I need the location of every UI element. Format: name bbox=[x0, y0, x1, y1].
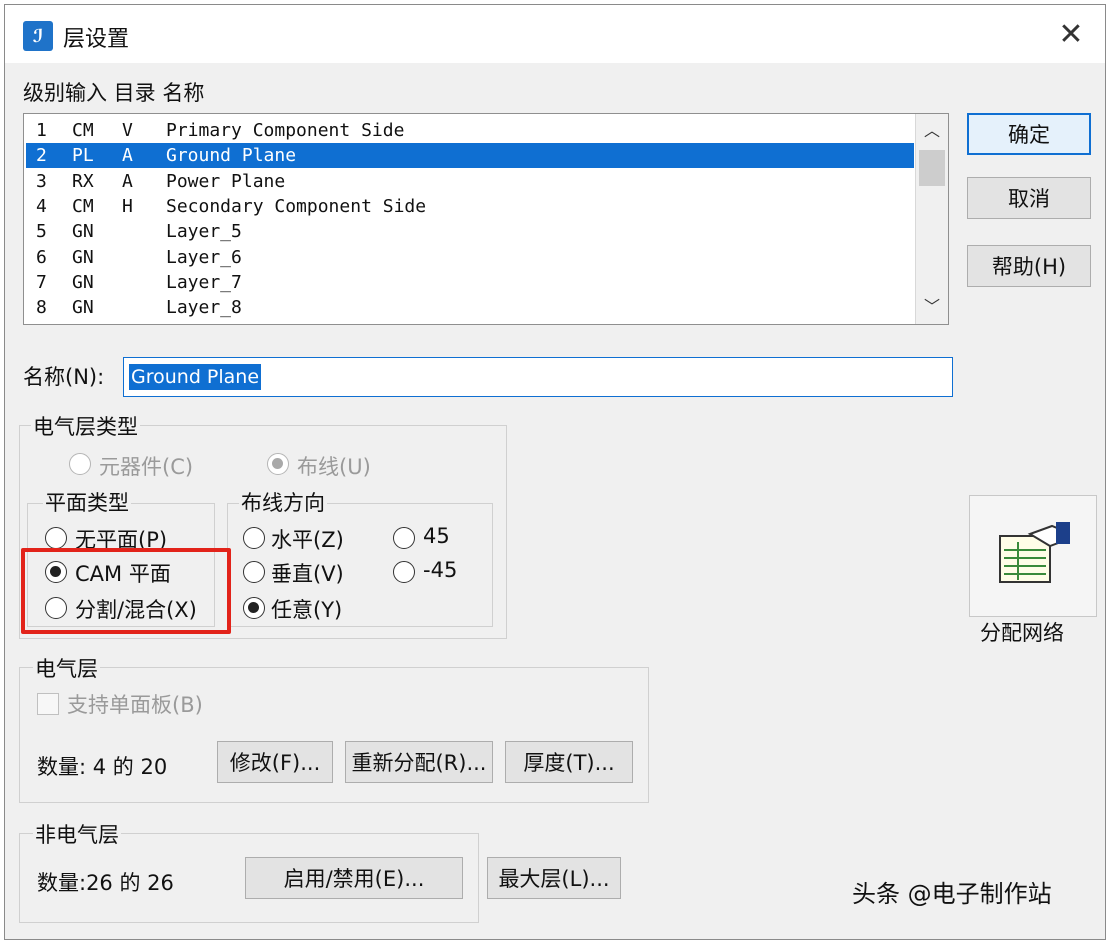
elec-type-title: 电气层类型 bbox=[31, 411, 140, 441]
layer-dir: A bbox=[122, 145, 133, 167]
modify-button[interactable]: 修改(F)... bbox=[217, 741, 333, 783]
layer-type: CM bbox=[72, 120, 94, 141]
layer-num: 5 bbox=[36, 221, 47, 243]
assign-nets-icon bbox=[999, 522, 1070, 583]
title-bar: ℐ 层设置 ✕ bbox=[5, 5, 1105, 63]
layer-row[interactable]: 8 GN Layer_8 bbox=[26, 295, 914, 320]
name-label: 名称(N): bbox=[23, 365, 105, 389]
assign-nets-label: 分配网络 bbox=[980, 621, 1064, 645]
layer-row[interactable]: 7 GN Layer_7 bbox=[26, 270, 914, 295]
layer-type: GN bbox=[72, 246, 94, 268]
app-icon: ℐ bbox=[23, 21, 53, 51]
name-input-value: Ground Plane bbox=[129, 364, 262, 390]
list-scrollbar[interactable]: ︿ ﹀ bbox=[915, 114, 948, 324]
vertical-label: 垂直(V) bbox=[271, 562, 344, 586]
layer-name: Layer_8 bbox=[166, 297, 242, 319]
layer-name: Power Plane bbox=[166, 170, 286, 192]
layer-list[interactable]: 1 CM V Primary Component Side 2 PL A Ground Pla… bbox=[23, 113, 949, 325]
ok-button[interactable]: 确定 bbox=[967, 113, 1091, 155]
highlight-box bbox=[21, 548, 231, 634]
plane-type-title: 平面类型 bbox=[43, 487, 131, 517]
max-layers-button[interactable]: 最大层(L)... bbox=[487, 857, 621, 899]
cancel-button[interactable]: 取消 bbox=[967, 177, 1091, 219]
single-sided-checkbox[interactable] bbox=[37, 693, 59, 715]
horizontal-label: 水平(Z) bbox=[271, 528, 344, 552]
layer-num: 6 bbox=[36, 246, 47, 268]
deg45-label: 45 bbox=[423, 524, 450, 548]
layer-num: 2 bbox=[36, 145, 47, 167]
scroll-up-icon[interactable]: ︿ bbox=[916, 118, 948, 144]
layer-type: RX bbox=[72, 170, 94, 192]
layer-name: Ground Plane bbox=[166, 145, 297, 167]
layer-row[interactable]: 6 GN Layer_6 bbox=[26, 245, 914, 270]
enable-disable-button[interactable]: 启用/禁用(E)... bbox=[245, 857, 463, 899]
any-direction-radio[interactable] bbox=[243, 597, 265, 619]
single-sided-label: 支持单面板(B) bbox=[67, 693, 203, 717]
layer-num: 4 bbox=[36, 195, 47, 217]
thickness-button[interactable]: 厚度(T)... bbox=[505, 741, 633, 783]
layer-name: Primary Component Side bbox=[166, 120, 405, 141]
vertical-radio[interactable] bbox=[243, 561, 265, 583]
layer-num: 7 bbox=[36, 271, 47, 293]
layer-type: GN bbox=[72, 271, 94, 293]
layer-name: Layer_6 bbox=[166, 246, 242, 268]
elec-layers-title: 电气层 bbox=[33, 653, 100, 683]
layer-name: Secondary Component Side bbox=[166, 195, 427, 217]
layer-name: Layer_5 bbox=[166, 221, 242, 243]
layer-row[interactable]: 2 PL A Ground Plane bbox=[26, 143, 914, 169]
elec-layer-count: 数量: 4 的 20 bbox=[37, 755, 168, 779]
routing-label: 布线(U) bbox=[297, 455, 371, 479]
nonelec-layer-count: 数量:26 的 26 bbox=[37, 871, 174, 895]
any-direction-label: 任意(Y) bbox=[271, 598, 343, 622]
layer-row[interactable]: 4 CM H Secondary Component Side bbox=[26, 194, 914, 219]
layer-type: CM bbox=[72, 195, 94, 217]
deg-minus45-label: -45 bbox=[423, 558, 458, 582]
scroll-down-icon[interactable]: ﹀ bbox=[916, 294, 948, 320]
deg-minus45-radio[interactable] bbox=[393, 561, 415, 583]
layer-type: GN bbox=[72, 297, 94, 319]
list-header: 级别输入 目录 名称 bbox=[23, 81, 205, 105]
layer-type: PL bbox=[72, 145, 94, 167]
assign-nets-button[interactable] bbox=[969, 495, 1097, 617]
help-button[interactable]: 帮助(H) bbox=[967, 245, 1091, 287]
layer-row[interactable]: 3 RX A Power Plane bbox=[26, 169, 914, 194]
name-input[interactable]: Ground Plane bbox=[123, 357, 953, 397]
routing-dir-title: 布线方向 bbox=[239, 487, 327, 517]
component-label: 元器件(C) bbox=[99, 455, 194, 479]
horizontal-radio[interactable] bbox=[243, 527, 265, 549]
routing-radio[interactable] bbox=[267, 453, 289, 475]
no-plane-radio[interactable] bbox=[45, 527, 67, 549]
dialog-title: 层设置 bbox=[63, 27, 130, 52]
layer-dir: H bbox=[122, 195, 133, 217]
layer-num: 8 bbox=[36, 297, 47, 319]
layer-name: Layer_7 bbox=[166, 271, 242, 293]
layer-dir: V bbox=[122, 120, 133, 141]
layer-num: 1 bbox=[36, 120, 47, 141]
layer-num: 3 bbox=[36, 170, 47, 192]
watermark-footer: 头条 @电子制作站 bbox=[852, 880, 1052, 908]
close-button[interactable]: ✕ bbox=[1051, 17, 1091, 53]
layer-dir: A bbox=[122, 170, 133, 192]
nonelec-layers-title: 非电气层 bbox=[33, 819, 121, 849]
layer-row[interactable]: 1 CM V Primary Component Side bbox=[26, 118, 914, 143]
layer-row[interactable]: 5 GN Layer_5 bbox=[26, 219, 914, 244]
layer-type: GN bbox=[72, 221, 94, 243]
layer-settings-dialog: ℐ 层设置 ✕ 级别输入 目录 名称 1 CM V Primary Component… bbox=[4, 4, 1106, 940]
deg45-radio[interactable] bbox=[393, 527, 415, 549]
reassign-button[interactable]: 重新分配(R)... bbox=[345, 741, 493, 783]
component-radio[interactable] bbox=[69, 453, 91, 475]
scroll-thumb[interactable] bbox=[919, 150, 945, 186]
